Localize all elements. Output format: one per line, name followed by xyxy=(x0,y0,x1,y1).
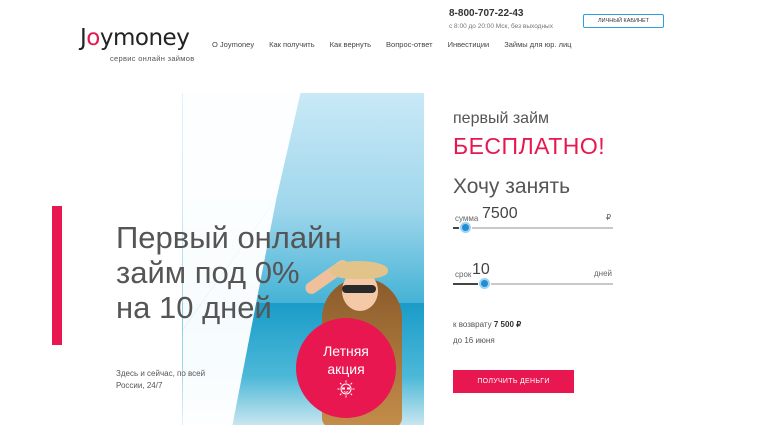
term-value[interactable]: 10 xyxy=(472,261,490,279)
nav-item-about[interactable]: О Joymoney xyxy=(212,40,254,49)
term-slider-handle[interactable] xyxy=(479,278,490,289)
summer-promo-badge[interactable]: Летняя акция xyxy=(296,318,396,418)
calculator-title: Хочу занять xyxy=(453,175,571,198)
due-date: до 16 июня xyxy=(453,336,495,345)
amount-slider[interactable] xyxy=(453,222,613,233)
personal-account-button[interactable]: Личный кабинет xyxy=(583,14,664,28)
amount-currency: ₽ xyxy=(606,213,612,222)
term-unit: дней xyxy=(594,269,613,278)
hero-headline: Первый онлайн займ под 0% на 10 дней xyxy=(116,220,342,325)
hero-headline-line-2: займ под 0% xyxy=(116,255,300,290)
free-label: БЕСПЛАТНО! xyxy=(453,133,606,159)
return-summary: к возврату 7 500 ₽ xyxy=(453,320,521,329)
get-money-button[interactable]: получить деньги xyxy=(453,370,574,393)
nav-item-investments[interactable]: Инвестиции xyxy=(448,40,490,49)
accent-bar xyxy=(52,206,62,345)
promo-label: Летняя акция xyxy=(323,343,369,377)
nav-item-how-to-repay[interactable]: Как вернуть xyxy=(330,40,371,49)
woman-sunglasses xyxy=(342,285,376,293)
first-loan-label: первый займ xyxy=(453,110,550,127)
nav-item-how-to-get[interactable]: Как получить xyxy=(269,40,315,49)
logo[interactable]: Joymoney сервис онлайн займов xyxy=(80,25,194,63)
term-label: срок xyxy=(455,270,472,279)
term-slider[interactable] xyxy=(453,278,613,289)
sun-sunglasses-icon xyxy=(337,380,355,398)
logo-wordmark: Joymoney xyxy=(80,25,190,51)
return-amount: 7 500 ₽ xyxy=(493,320,522,329)
amount-slider-handle[interactable] xyxy=(460,222,471,233)
phone-number[interactable]: 8-800-707-22-43 xyxy=(449,8,524,19)
hero-subtext: Здесь и сейчас, по всей России, 24/7 xyxy=(116,369,206,390)
hero-headline-line-3: на 10 дней xyxy=(116,290,272,325)
logo-tagline: сервис онлайн займов xyxy=(110,54,195,63)
nav-item-faq[interactable]: Вопрос-ответ xyxy=(386,40,433,49)
working-hours: с 8:00 до 20:00 Мск, без выходных xyxy=(449,23,553,30)
amount-value[interactable]: 7500 xyxy=(482,205,518,223)
nav-item-business-loans[interactable]: Займы для юр. лиц xyxy=(504,40,571,49)
hero-headline-line-1: Первый онлайн xyxy=(116,220,342,255)
main-nav: О Joymoney Как получить Как вернуть Вопр… xyxy=(212,40,586,49)
return-label: к возврату xyxy=(453,320,492,329)
